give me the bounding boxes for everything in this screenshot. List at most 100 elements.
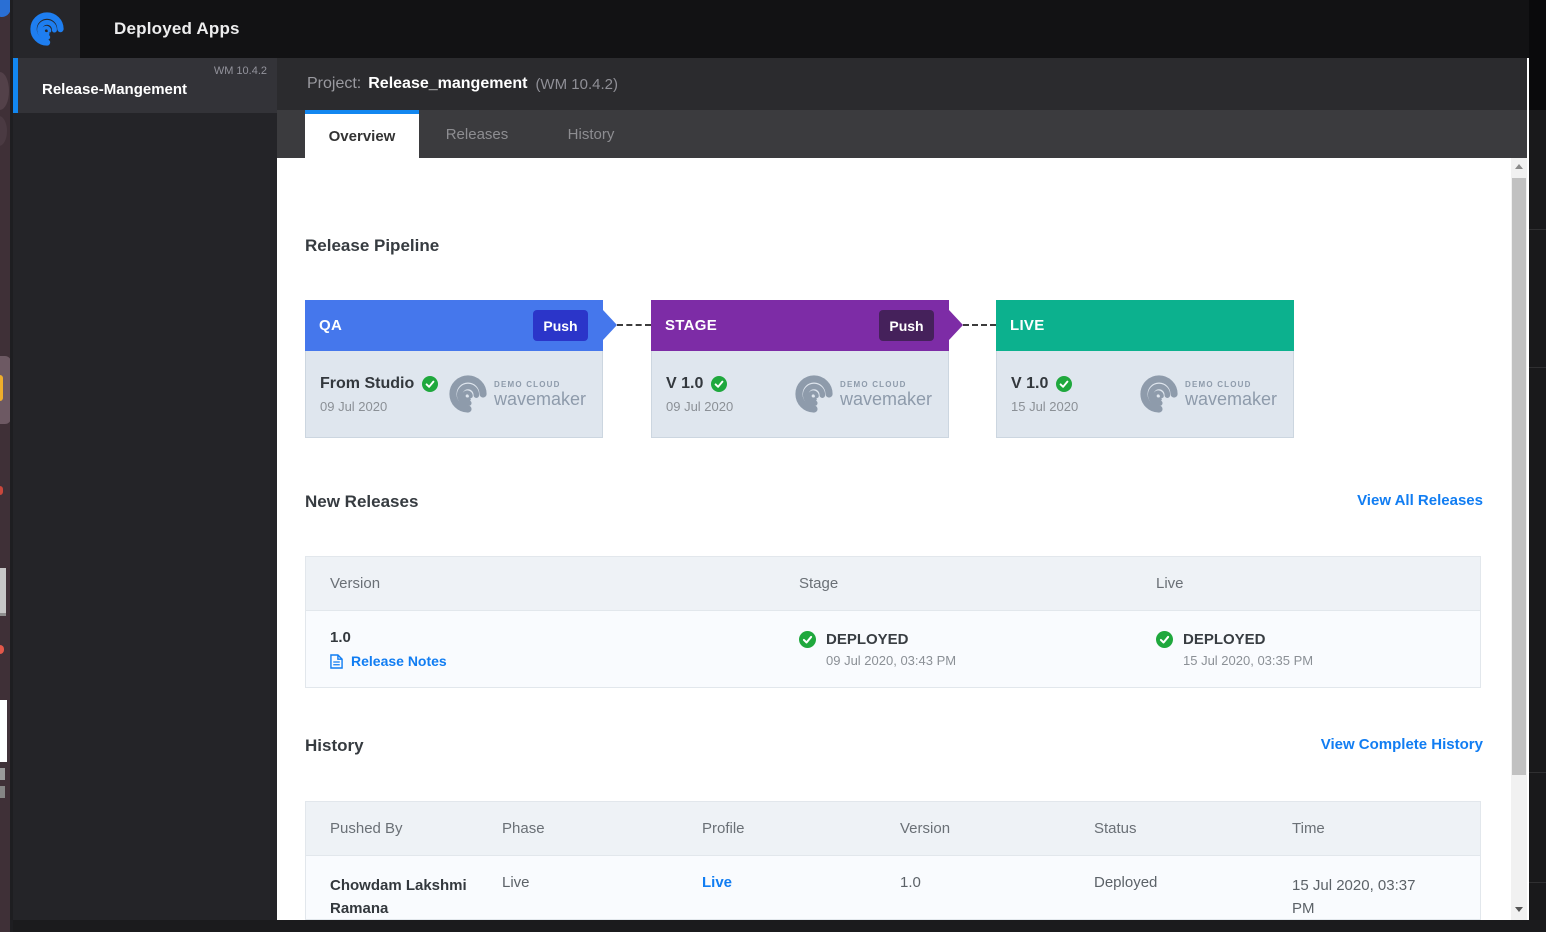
demo-cloud-label: DEMO CLOUD [494, 380, 586, 389]
live-status-cell: DEPLOYED 15 Jul 2020, 03:35 PM [1156, 631, 1482, 668]
column-header-time: Time [1292, 820, 1480, 837]
stage-deploy-date: 09 Jul 2020 [666, 399, 733, 414]
live-deploy-date: 15 Jul 2020 [1011, 399, 1078, 414]
background-right-strip [1529, 0, 1546, 932]
live-status: DEPLOYED [1183, 631, 1266, 648]
vertical-scrollbar[interactable] [1511, 158, 1527, 920]
stage-status: DEPLOYED [826, 631, 909, 648]
background-icon-fragment [0, 116, 7, 146]
column-header-version: Version [900, 820, 1094, 837]
wavemaker-wave-icon [30, 12, 64, 46]
profile-live-link[interactable]: Live [702, 874, 732, 891]
qa-push-button[interactable]: Push [533, 310, 588, 341]
version-cell: 1.0 [900, 874, 1094, 891]
demo-cloud-logo: DEMO CLOUD wavemaker [449, 375, 586, 413]
column-header-phase: Phase [502, 820, 702, 837]
live-card-body: V 1.0 15 Jul 2020 DEMO CLOUD wavemaker [996, 351, 1294, 438]
strip-line [1529, 229, 1546, 230]
tab-overview[interactable]: Overview [305, 110, 419, 158]
release-version: 1.0 [330, 629, 799, 646]
column-header-status: Status [1094, 820, 1292, 837]
live-deploy-info: V 1.0 15 Jul 2020 [1011, 375, 1078, 414]
success-check-icon [1056, 376, 1072, 392]
deployed-apps-screen: Deployed Apps WM 10.4.2 Release-Mangemen… [0, 0, 1546, 932]
stage-card-body: V 1.0 09 Jul 2020 DEMO CLOUD wavemaker [651, 351, 949, 438]
pushed-by-name: Chowdam Lakshmi Ramana [330, 874, 500, 920]
strip-line [1529, 367, 1546, 368]
column-header-profile: Profile [702, 820, 900, 837]
release-notes-link[interactable]: Release Notes [330, 653, 799, 669]
wavemaker-wave-icon [449, 375, 487, 413]
column-header-pushed-by: Pushed By [306, 820, 502, 837]
strip-line [1529, 772, 1546, 773]
column-header-stage: Stage [799, 575, 1156, 592]
new-releases-heading: New Releases [305, 492, 418, 512]
status-cell: Deployed [1094, 874, 1292, 891]
top-bar: Deployed Apps [13, 0, 1546, 58]
tab-history[interactable]: History [535, 110, 647, 158]
background-icon-fragment [0, 486, 3, 495]
live-version-label: V 1.0 [1011, 375, 1048, 393]
wavemaker-label: wavemaker [494, 390, 586, 408]
pipeline-connector [617, 324, 651, 326]
stage-deploy-time: 09 Jul 2020, 03:43 PM [826, 653, 1156, 668]
background-icon-fragment [0, 568, 6, 616]
deployed-check-icon [799, 631, 816, 648]
qa-card-header: QA Push [305, 300, 603, 351]
sidebar-item-label: Release-Mangement [42, 58, 187, 113]
view-complete-history-link[interactable]: View Complete History [1321, 736, 1483, 753]
scroll-up-button[interactable] [1511, 158, 1527, 175]
bottom-window-strip [13, 920, 1546, 932]
new-releases-table: Version Stage Live 1.0 Release Notes DEP… [305, 556, 1481, 688]
column-header-version: Version [306, 575, 799, 592]
qa-arrow-icon [603, 310, 617, 340]
new-releases-table-header: Version Stage Live [306, 557, 1480, 610]
qa-deploy-date: 09 Jul 2020 [320, 399, 438, 414]
live-card-header: LIVE [996, 300, 1294, 351]
history-table-header: Pushed By Phase Profile Version Status T… [306, 802, 1480, 855]
scrollbar-thumb[interactable] [1512, 178, 1526, 775]
stage-version-label: V 1.0 [666, 375, 703, 393]
success-check-icon [422, 376, 438, 392]
wavemaker-logo-button[interactable] [13, 0, 80, 58]
stage-card-header: STAGE Push [651, 300, 949, 351]
overview-content: Release Pipeline QA Push From Studio 09 … [277, 158, 1511, 920]
wavemaker-label: wavemaker [1185, 390, 1277, 408]
document-icon [330, 654, 343, 669]
stage-status-cell: DEPLOYED 09 Jul 2020, 03:43 PM [799, 631, 1156, 668]
background-icon-fragment [0, 375, 3, 401]
history-table: Pushed By Phase Profile Version Status T… [305, 801, 1481, 920]
release-pipeline-heading: Release Pipeline [305, 236, 439, 256]
demo-cloud-logo: DEMO CLOUD wavemaker [1140, 375, 1277, 413]
pipeline-connector [963, 324, 996, 326]
project-wm-version: (WM 10.4.2) [535, 76, 618, 93]
time-cell: 15 Jul 2020, 03:37 PM [1292, 874, 1480, 920]
pipeline-card-qa: QA Push From Studio 09 Jul 2020 DEMO CLO… [305, 300, 603, 438]
sidebar-item-wm-version: WM 10.4.2 [214, 65, 267, 77]
sidebar-item-release-mangement[interactable]: WM 10.4.2 Release-Mangement [13, 58, 277, 113]
qa-version-label: From Studio [320, 375, 414, 393]
background-icon-fragment [0, 72, 9, 110]
background-window-strip [0, 0, 13, 932]
qa-stage-name: QA [319, 317, 342, 334]
history-heading: History [305, 736, 364, 756]
wavemaker-wave-icon [1140, 375, 1178, 413]
view-all-releases-link[interactable]: View All Releases [1357, 492, 1483, 509]
scroll-down-button[interactable] [1511, 901, 1527, 918]
pushed-by-cell: Chowdam Lakshmi Ramana [306, 874, 502, 920]
release-notes-label: Release Notes [351, 653, 447, 669]
new-releases-table-row: 1.0 Release Notes DEPLOYED 09 Jul 2020, … [306, 610, 1480, 687]
triangle-up-icon [1515, 164, 1523, 169]
profile-cell: Live [702, 874, 900, 891]
strip-line [1529, 882, 1546, 883]
triangle-down-icon [1515, 907, 1523, 912]
qa-deploy-info: From Studio 09 Jul 2020 [320, 375, 438, 414]
tab-releases[interactable]: Releases [419, 110, 535, 158]
stage-push-button[interactable]: Push [879, 310, 934, 341]
wavemaker-wave-icon [795, 375, 833, 413]
background-icon-fragment [0, 768, 5, 780]
project-name: Release_mangement [368, 75, 527, 93]
pipeline-card-live: LIVE V 1.0 15 Jul 2020 DEMO CLOUD wavema… [996, 300, 1294, 438]
history-table-row: Chowdam Lakshmi Ramana Live Live 1.0 Dep… [306, 855, 1480, 920]
demo-cloud-label: DEMO CLOUD [1185, 380, 1277, 389]
